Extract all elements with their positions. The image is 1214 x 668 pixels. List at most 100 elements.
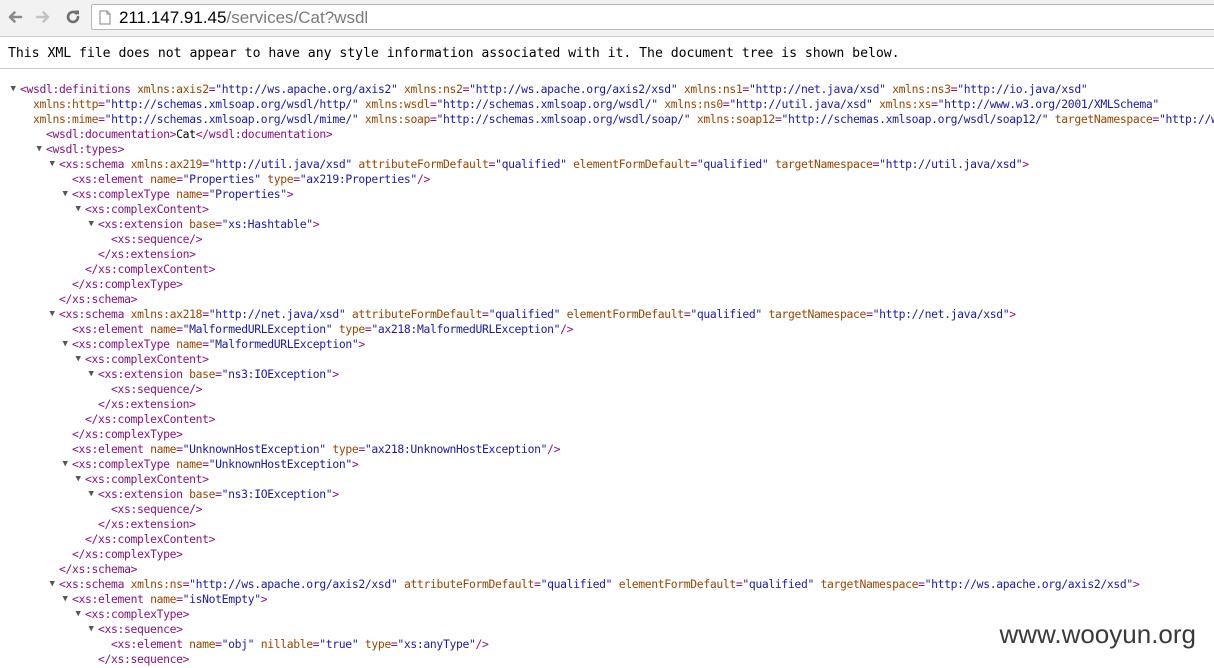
xml-attr-value: "qualified"	[488, 307, 561, 321]
xml-attr-name: xmlns:soap12	[696, 112, 775, 126]
collapse-toggle-icon[interactable]: ▼	[60, 337, 70, 352]
xml-tag: <xs:complexType	[72, 457, 177, 471]
collapse-toggle-icon[interactable]: ▼	[73, 607, 83, 622]
xml-attr-value: "http://ws.apache.org/axis2"	[215, 82, 398, 96]
collapse-toggle-icon[interactable]: ▼	[73, 472, 83, 487]
address-bar[interactable]: 211.147.91.45/services/Cat?wsdl	[91, 4, 1214, 30]
xml-attr-value: "qualified"	[540, 577, 613, 591]
xml-tag: />	[416, 172, 430, 186]
xml-line-content: <wsdl:types>	[46, 142, 124, 157]
xml-line: ▼ <xs:schema xmlns:ns="http://ws.apache.o…	[0, 577, 1214, 592]
xml-tag: >	[332, 367, 339, 381]
xml-line-content: </xs:extension>	[98, 517, 196, 532]
watermark: www.wooyun.org	[989, 617, 1206, 654]
xml-line-content: <xs:element name="obj" nillable="true" t…	[111, 637, 489, 652]
xml-attr-value: "http://net.java/xsd"	[208, 307, 346, 321]
url-text[interactable]: 211.147.91.45/services/Cat?wsdl	[119, 8, 368, 28]
collapse-toggle-icon[interactable]: ▼	[47, 157, 57, 172]
collapse-toggle-icon[interactable]: ▼	[8, 82, 18, 97]
xml-tag: <xs:sequence/>	[111, 502, 203, 516]
xml-attr-value: "qualified"	[742, 577, 814, 591]
xml-tag: >	[358, 337, 365, 351]
xml-line: </xs:sequence>	[0, 652, 1214, 667]
xml-line-content: <xs:sequence/>	[111, 502, 202, 517]
xml-tag: </wsdl:documentation>	[195, 127, 333, 141]
reload-icon[interactable]	[61, 5, 85, 29]
xml-line-content: <xs:complexContent>	[85, 202, 209, 217]
xml-attr-value: "http://util.java/xsd"	[879, 157, 1023, 171]
forward-arrow-icon[interactable]	[31, 5, 55, 29]
xml-line: </xs:complexType>	[0, 427, 1214, 442]
xml-attr-name: name	[176, 187, 203, 201]
xml-tree: ▼ <wsdl:definitions xmlns:axis2="http://w…	[0, 82, 1214, 667]
xml-tag: <xs:sequence/>	[111, 382, 203, 396]
xml-attr-name: name	[150, 592, 177, 606]
xml-tag: <xs:sequence>	[98, 622, 183, 636]
collapse-toggle-icon[interactable]: ▼	[86, 217, 96, 232]
xml-line: </xs:extension>	[0, 397, 1214, 412]
xml-line-content: <xs:element name="MalformedURLException"…	[72, 322, 573, 337]
xml-line-content: </xs:complexType>	[72, 427, 183, 442]
xml-attr-value: "http://schemas.xmlsoap.org/wsdl/http/"	[104, 97, 359, 111]
xml-tag: </xs:complexType>	[72, 547, 183, 561]
xml-line-content: <xs:schema xmlns:ax218="http://net.java/…	[59, 307, 1016, 322]
xml-attr-name: attributeFormDefault	[351, 307, 483, 321]
collapse-toggle-icon[interactable]: ▼	[73, 202, 83, 217]
xml-line-content: <xs:complexContent>	[85, 352, 209, 367]
xml-tag: </xs:complexContent>	[85, 412, 216, 426]
collapse-toggle-icon[interactable]: ▼	[73, 352, 83, 367]
xml-line-content: <xs:element name="UnknownHostException" …	[72, 442, 560, 457]
xml-line: ▼ <xs:extension base="ns3:IOException">	[0, 487, 1214, 502]
xml-line-content: <xs:element name="isNotEmpty">	[72, 592, 268, 607]
xml-line-content: </xs:schema>	[59, 292, 137, 307]
xml-tag: >	[332, 487, 339, 501]
xml-attr-value: "true"	[319, 637, 359, 651]
xml-attr-name: type	[267, 172, 294, 186]
xml-attr-value: "http://net.java/xsd"	[748, 82, 886, 96]
xml-tag: >	[1132, 577, 1140, 591]
xml-tag: <xs:schema	[59, 577, 131, 591]
xml-attr-value: "http://net.java/xsd"	[872, 307, 1010, 321]
xml-line: </xs:schema>	[0, 562, 1214, 577]
xml-attr-value: "UnknownHostException"	[208, 457, 353, 471]
xml-attr-name: nillable	[260, 637, 313, 651]
xml-tag: <xs:schema	[59, 157, 131, 171]
xml-tag: >	[1022, 157, 1029, 171]
xml-attr-name: xmlns:ax218	[130, 307, 203, 321]
xml-line: ▼ <xs:element name="isNotEmpty">	[0, 592, 1214, 607]
collapse-toggle-icon[interactable]: ▼	[60, 187, 70, 202]
xml-attr-value: "ax218:UnknownHostException"	[364, 442, 548, 456]
xml-tag: </xs:extension>	[98, 247, 196, 261]
collapse-toggle-icon[interactable]: ▼	[34, 142, 44, 157]
xml-tag: </xs:schema>	[59, 292, 138, 306]
xml-attr-value: "qualified"	[690, 307, 762, 321]
xml-line: </xs:complexContent>	[0, 412, 1214, 427]
xml-line-content: </xs:complexContent>	[85, 532, 216, 547]
xml-line-content: <wsdl:definitions xmlns:axis2="http://ws…	[20, 82, 1088, 97]
xml-tag: />	[560, 322, 574, 336]
xml-tag: </xs:complexContent>	[85, 262, 216, 276]
xml-attr-name: name	[176, 457, 203, 471]
xml-line: ▼ <wsdl:definitions xmlns:axis2="http://w…	[0, 82, 1214, 97]
xml-line: <xs:element name="UnknownHostException" …	[0, 442, 1214, 457]
collapse-toggle-icon[interactable]: ▼	[47, 307, 57, 322]
xml-attr-value: "qualified"	[495, 157, 567, 171]
xml-tag: <xs:extension	[98, 367, 190, 381]
xml-line-content: <xs:extension base="ns3:IOException">	[98, 487, 339, 502]
collapse-toggle-icon[interactable]: ▼	[47, 577, 57, 592]
xml-tag: >	[260, 592, 268, 606]
xml-attr-value: "ns3:IOException"	[221, 487, 333, 501]
collapse-toggle-icon[interactable]: ▼	[86, 622, 96, 637]
xml-attr-name: name	[176, 337, 203, 351]
collapse-toggle-icon[interactable]: ▼	[60, 592, 70, 607]
xml-tag: </xs:complexType>	[72, 427, 183, 441]
back-arrow-icon[interactable]	[3, 5, 27, 29]
collapse-toggle-icon[interactable]: ▼	[86, 487, 96, 502]
collapse-toggle-icon[interactable]: ▼	[86, 367, 96, 382]
xml-attr-name: xmlns:ns3	[892, 82, 951, 96]
xml-tag: >	[312, 217, 320, 231]
collapse-toggle-icon[interactable]: ▼	[60, 457, 70, 472]
xml-line-content: <xs:complexType>	[85, 607, 189, 622]
xml-tag: >	[286, 187, 294, 201]
xml-tag: <xs:complexContent>	[85, 472, 209, 486]
